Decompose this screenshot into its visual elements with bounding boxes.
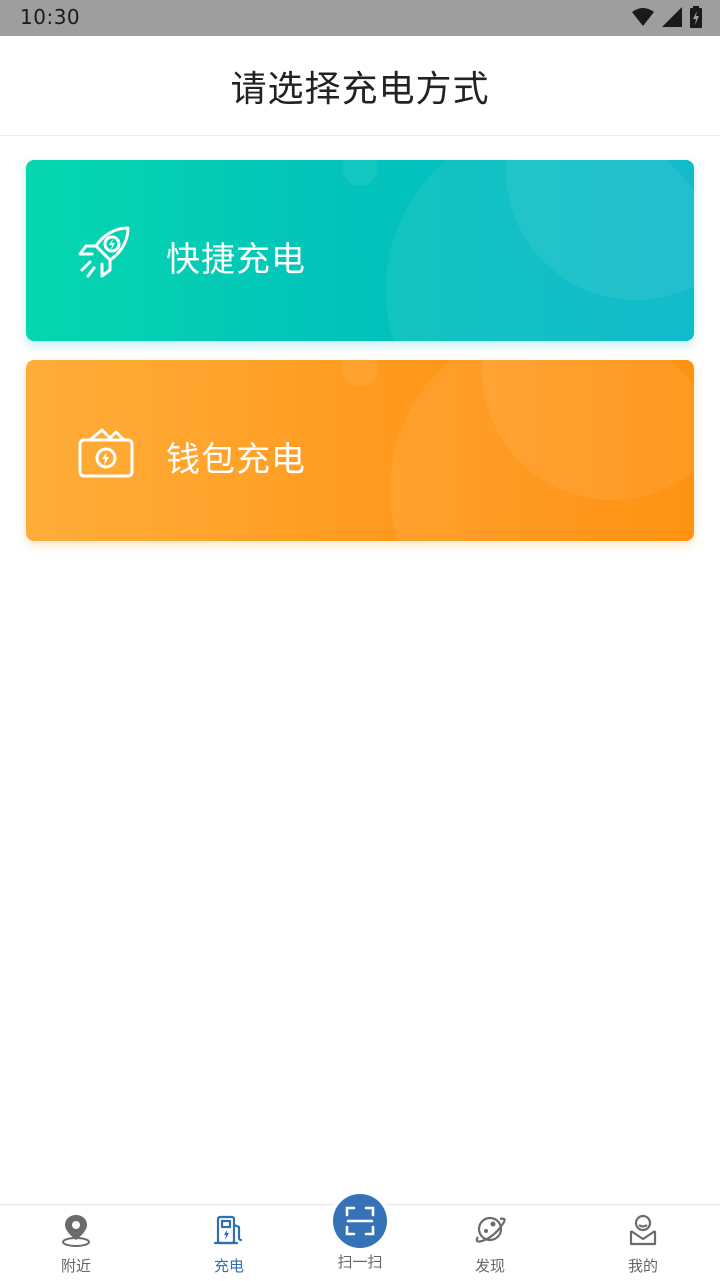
status-bar: 10:30 xyxy=(0,0,720,36)
quick-charge-label: 快捷充电 xyxy=(166,240,306,280)
decor-bubble xyxy=(386,160,694,341)
planet-icon xyxy=(475,1216,506,1243)
scan-button[interactable] xyxy=(333,1194,387,1248)
decor-bubble xyxy=(342,160,378,186)
wallet-charge-icon xyxy=(78,428,134,478)
tab-discover[interactable]: 发现 xyxy=(430,1205,550,1281)
tab-nearby[interactable]: 附近 xyxy=(16,1205,136,1281)
location-pin-icon xyxy=(62,1215,90,1247)
wallet-charge-label: 钱包充电 xyxy=(166,440,306,480)
charging-station-icon xyxy=(213,1215,243,1245)
tab-discover-label: 发现 xyxy=(474,1257,505,1275)
user-profile-icon xyxy=(629,1214,657,1246)
quick-charge-card[interactable]: 快捷充电 xyxy=(26,160,694,341)
rocket-charge-icon xyxy=(78,226,130,278)
wifi-icon xyxy=(632,8,654,26)
wallet-charge-card[interactable]: 钱包充电 xyxy=(26,360,694,541)
tab-scan-label: 扫一扫 xyxy=(337,1253,383,1271)
tab-charge-label: 充电 xyxy=(213,1257,244,1275)
page-header: 请选择充电方式 xyxy=(0,36,720,136)
page-title: 请选择充电方式 xyxy=(230,68,490,110)
decor-bubble xyxy=(342,360,378,386)
tab-mine[interactable]: 我的 xyxy=(583,1205,703,1281)
scan-icon xyxy=(345,1206,375,1236)
tab-mine-label: 我的 xyxy=(627,1257,658,1275)
tab-nearby-label: 附近 xyxy=(60,1257,91,1275)
battery-icon xyxy=(690,6,702,28)
status-time: 10:30 xyxy=(20,5,81,29)
tab-charge[interactable]: 充电 xyxy=(169,1205,289,1281)
status-icons xyxy=(632,6,702,28)
signal-icon xyxy=(662,7,682,27)
decor-bubble xyxy=(390,360,694,541)
